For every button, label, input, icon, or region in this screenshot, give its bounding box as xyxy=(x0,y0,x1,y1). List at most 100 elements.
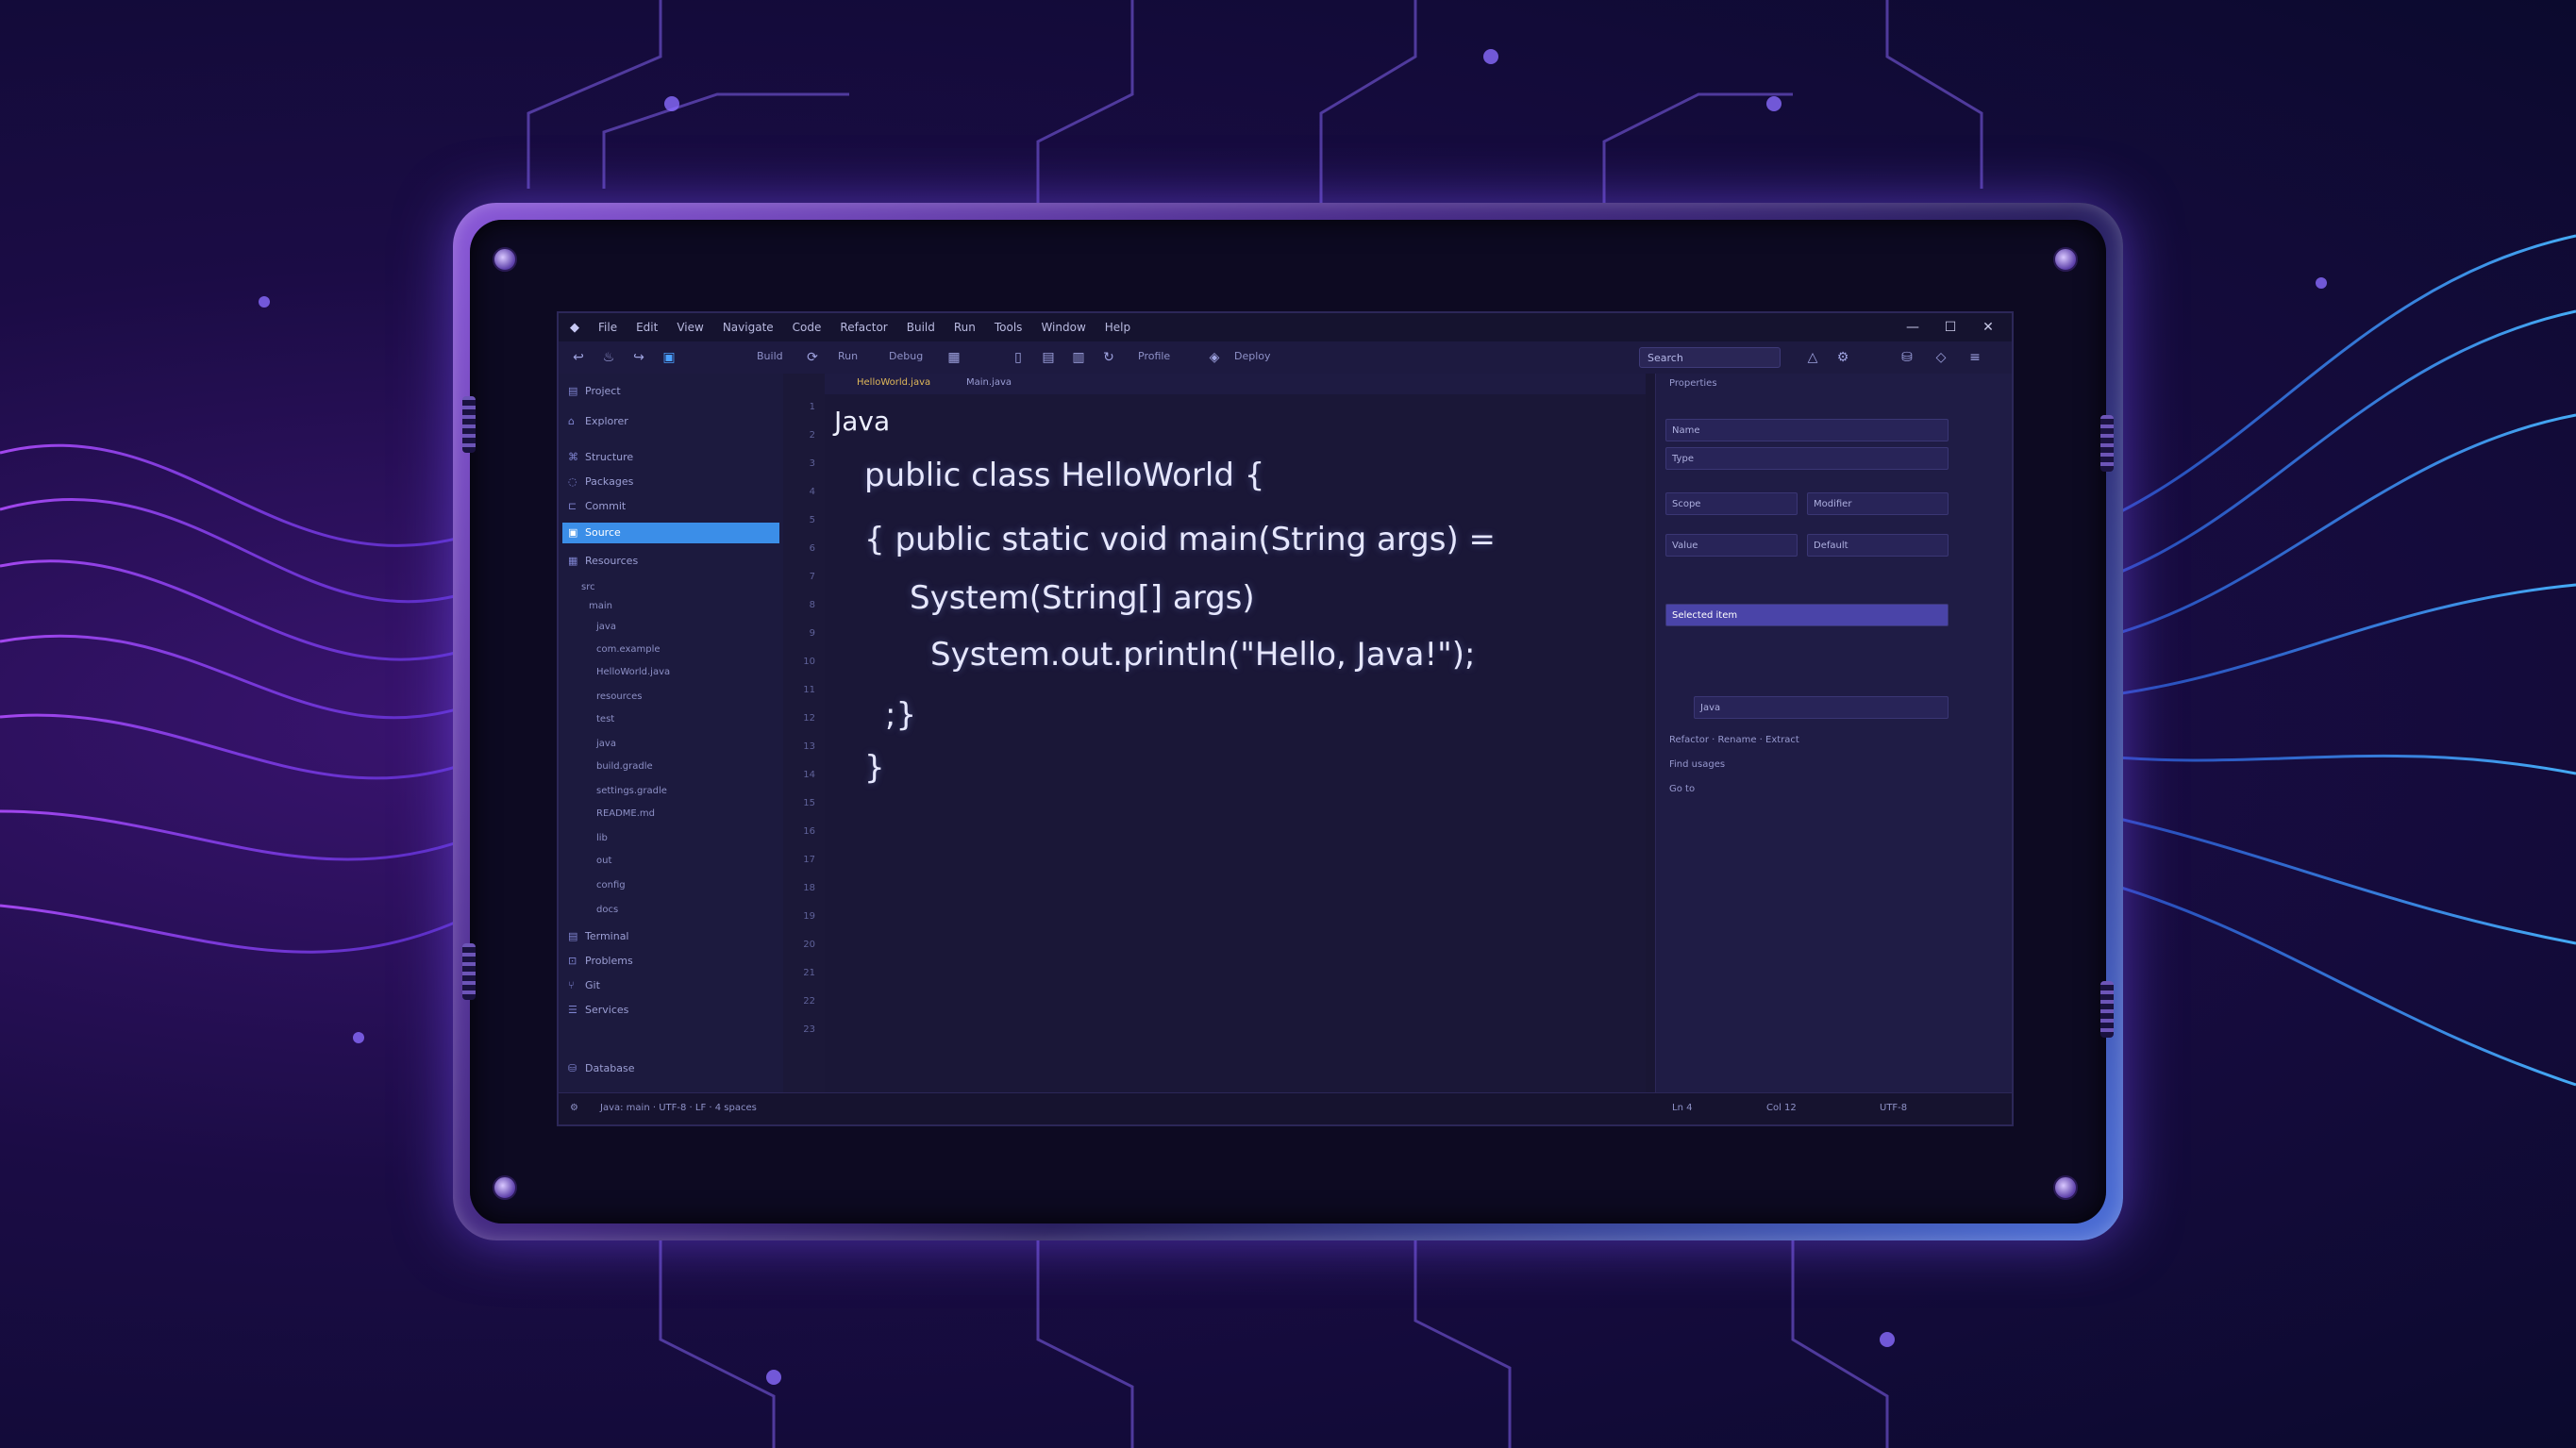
modifier-field[interactable]: Modifier xyxy=(1807,492,1949,515)
shield-icon[interactable]: ◈ xyxy=(1206,349,1223,366)
back-icon[interactable]: ↩ xyxy=(570,349,587,366)
line-number: 16 xyxy=(803,826,815,837)
maximize-button[interactable]: ☐ xyxy=(1936,317,1965,338)
sidebar-item-explorer[interactable]: ⌂ Explorer xyxy=(568,411,776,432)
panel-link[interactable]: Find usages xyxy=(1669,755,1725,775)
scope-field[interactable]: Scope xyxy=(1665,492,1798,515)
tree-item[interactable]: lib xyxy=(596,828,776,849)
sidebar-item-source[interactable]: ▣ Source xyxy=(562,523,779,543)
tab-helloworld[interactable]: HelloWorld.java xyxy=(857,377,930,388)
code-line: System(String[] args) xyxy=(910,579,1255,617)
sidebar-item-label: Terminal xyxy=(585,930,629,942)
tree-item[interactable]: docs xyxy=(596,900,776,921)
package-icon: ◌ xyxy=(568,475,577,488)
menu-view[interactable]: View xyxy=(677,321,703,334)
save-icon[interactable]: ▣ xyxy=(661,349,677,366)
status-text: Java: main · UTF-8 · LF · 4 spaces xyxy=(600,1103,757,1113)
menu-tools[interactable]: Tools xyxy=(995,321,1023,334)
minimize-button[interactable]: — xyxy=(1899,317,1927,338)
tree-item[interactable]: resources xyxy=(596,687,776,707)
bell-icon[interactable]: △ xyxy=(1804,349,1821,366)
line-number: 2 xyxy=(809,430,815,441)
line-number: 8 xyxy=(809,600,815,610)
value-field[interactable]: Value xyxy=(1665,534,1798,557)
code-line: public class HelloWorld { xyxy=(864,457,1265,494)
bolt-icon xyxy=(2053,247,2078,272)
sidebar-item-structure[interactable]: ⌘ Structure xyxy=(568,447,776,468)
panel-link[interactable]: Refactor · Rename · Extract xyxy=(1669,730,1799,751)
toolbar-deploy[interactable]: Deploy xyxy=(1234,350,1271,362)
history-icon[interactable]: ↻ xyxy=(1100,349,1117,366)
tree-item[interactable]: build.gradle xyxy=(596,757,776,777)
sidebar-item-terminal[interactable]: ▤ Terminal xyxy=(568,926,776,947)
menu-file[interactable]: File xyxy=(598,321,617,334)
grid-icon[interactable]: ▦ xyxy=(945,349,962,366)
menu-navigate[interactable]: Navigate xyxy=(723,321,774,334)
toolbar-profile[interactable]: Profile xyxy=(1138,350,1170,362)
split-icon[interactable]: ▥ xyxy=(1070,349,1087,366)
tree-item[interactable]: main xyxy=(589,596,768,617)
settings-icon[interactable]: ⚙ xyxy=(1834,349,1851,366)
panel-link[interactable]: Go to xyxy=(1669,779,1695,800)
sidebar-item-packages[interactable]: ◌ Packages xyxy=(568,472,776,492)
menu-edit[interactable]: Edit xyxy=(636,321,658,334)
tree-item[interactable]: java xyxy=(596,734,776,755)
panel-title: Properties xyxy=(1669,378,1717,389)
tree-item[interactable]: out xyxy=(596,851,776,872)
menu-refactor[interactable]: Refactor xyxy=(840,321,887,334)
fire-icon[interactable]: ♨ xyxy=(600,349,617,366)
toolbar-run[interactable]: Run xyxy=(838,350,858,362)
name-field[interactable]: Name xyxy=(1665,419,1949,441)
plugin-icon[interactable]: ◇ xyxy=(1932,349,1949,366)
toolbar-build[interactable]: Build xyxy=(757,350,783,362)
sidebar-item-resources[interactable]: ▦ Resources xyxy=(568,551,776,572)
forward-icon[interactable]: ↪ xyxy=(630,349,647,366)
status-gear-icon[interactable]: ⚙ xyxy=(570,1103,578,1113)
default-field[interactable]: Default xyxy=(1807,534,1949,557)
file-icon[interactable]: ▯ xyxy=(1010,349,1027,366)
menu-help[interactable]: Help xyxy=(1105,321,1130,334)
sidebar-item-problems[interactable]: ⊡ Problems xyxy=(568,951,776,972)
code-editor[interactable]: Java public class HelloWorld { { public … xyxy=(825,394,1646,1092)
tree-item[interactable]: settings.gradle xyxy=(596,781,776,802)
panel-search-input[interactable]: Java xyxy=(1694,696,1949,719)
line-number: 14 xyxy=(803,770,815,780)
git-icon: ⑂ xyxy=(568,979,575,991)
editor-scrollbar[interactable] xyxy=(1646,374,1655,1092)
search-input[interactable]: Search xyxy=(1639,347,1781,368)
line-number: 22 xyxy=(803,996,815,1007)
sidebar-item-services[interactable]: ☰ Services xyxy=(568,1000,776,1021)
language-label: Java xyxy=(834,406,891,437)
menu-build[interactable]: Build xyxy=(907,321,935,334)
type-field[interactable]: Type xyxy=(1665,447,1949,470)
tree-item[interactable]: com.example xyxy=(596,640,776,660)
tree-item[interactable]: test xyxy=(596,709,776,730)
tree-item[interactable]: HelloWorld.java xyxy=(596,662,776,683)
tree-item[interactable]: config xyxy=(596,875,776,896)
close-button[interactable]: ✕ xyxy=(1974,317,2002,338)
menu-icon[interactable]: ≡ xyxy=(1966,349,1983,366)
sidebar-item-commit[interactable]: ⊏ Commit xyxy=(568,496,776,517)
layout-icon[interactable]: ▤ xyxy=(1040,349,1057,366)
tree-item[interactable]: java xyxy=(596,617,776,638)
sidebar-item-database[interactable]: ⛁ Database xyxy=(568,1058,776,1079)
database-icon[interactable]: ⛁ xyxy=(1899,349,1915,366)
sidebar-item-git[interactable]: ⑂ Git xyxy=(568,975,776,996)
status-bar: ⚙ Java: main · UTF-8 · LF · 4 spaces Ln … xyxy=(559,1092,2012,1124)
menu-window[interactable]: Window xyxy=(1041,321,1085,334)
menu-run[interactable]: Run xyxy=(954,321,976,334)
tree-item[interactable]: README.md xyxy=(596,804,776,824)
tab-main[interactable]: Main.java xyxy=(966,377,1012,388)
project-sidebar: ▤ Project ⌂ Explorer ⌘ Structure ◌ Packages … xyxy=(559,374,784,1092)
line-number: 15 xyxy=(803,798,815,808)
menu-code[interactable]: Code xyxy=(793,321,822,334)
line-number: 5 xyxy=(809,515,815,525)
code-line: System.out.println("Hello, Java!"); xyxy=(930,636,1476,674)
sidebar-item-project[interactable]: ▤ Project xyxy=(568,381,776,402)
sync-icon[interactable]: ⟳ xyxy=(804,349,821,366)
selected-item[interactable]: Selected item xyxy=(1665,604,1949,626)
sidebar-item-label: Resources xyxy=(585,555,639,567)
database-icon: ⛁ xyxy=(568,1062,577,1074)
toolbar-debug[interactable]: Debug xyxy=(889,350,923,362)
tree-item[interactable]: src xyxy=(581,577,761,598)
